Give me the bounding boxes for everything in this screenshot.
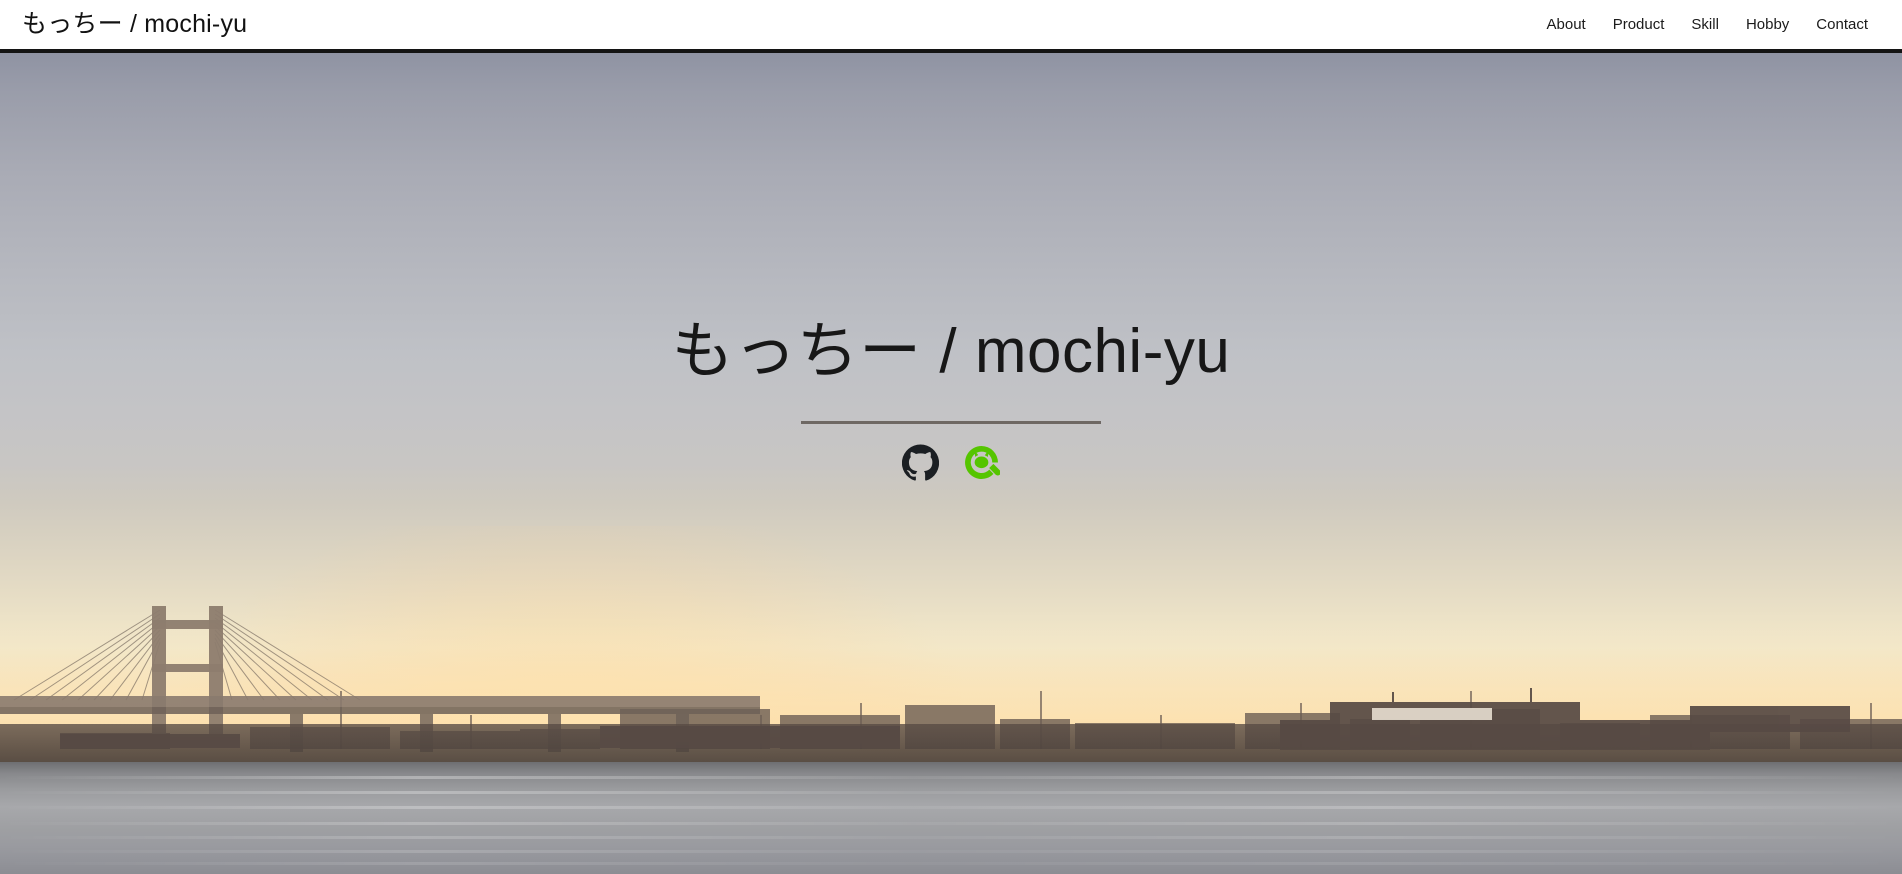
nav-link-about[interactable]: About xyxy=(1547,17,1586,32)
hero-divider xyxy=(801,421,1101,425)
hero-title: もっちー / mochi-yu xyxy=(671,316,1231,386)
nav-link-contact[interactable]: Contact xyxy=(1816,17,1868,32)
hero-section: もっちー / mochi-yu xyxy=(0,53,1902,874)
nav-link-product[interactable]: Product xyxy=(1613,17,1665,32)
qiita-icon xyxy=(965,446,1000,480)
nav-link-skill[interactable]: Skill xyxy=(1691,17,1719,32)
qiita-link[interactable] xyxy=(963,444,1000,481)
site-header: もっちー / mochi-yu About Product Skill Hobb… xyxy=(0,0,1902,53)
github-link[interactable] xyxy=(902,444,939,481)
brand-logo[interactable]: もっちー / mochi-yu xyxy=(22,12,247,37)
main-navigation: About Product Skill Hobby Contact xyxy=(1547,17,1882,32)
nav-link-hobby[interactable]: Hobby xyxy=(1746,17,1789,32)
social-links xyxy=(902,444,1000,481)
github-icon xyxy=(902,444,939,481)
hero-content: もっちー / mochi-yu xyxy=(0,53,1902,874)
